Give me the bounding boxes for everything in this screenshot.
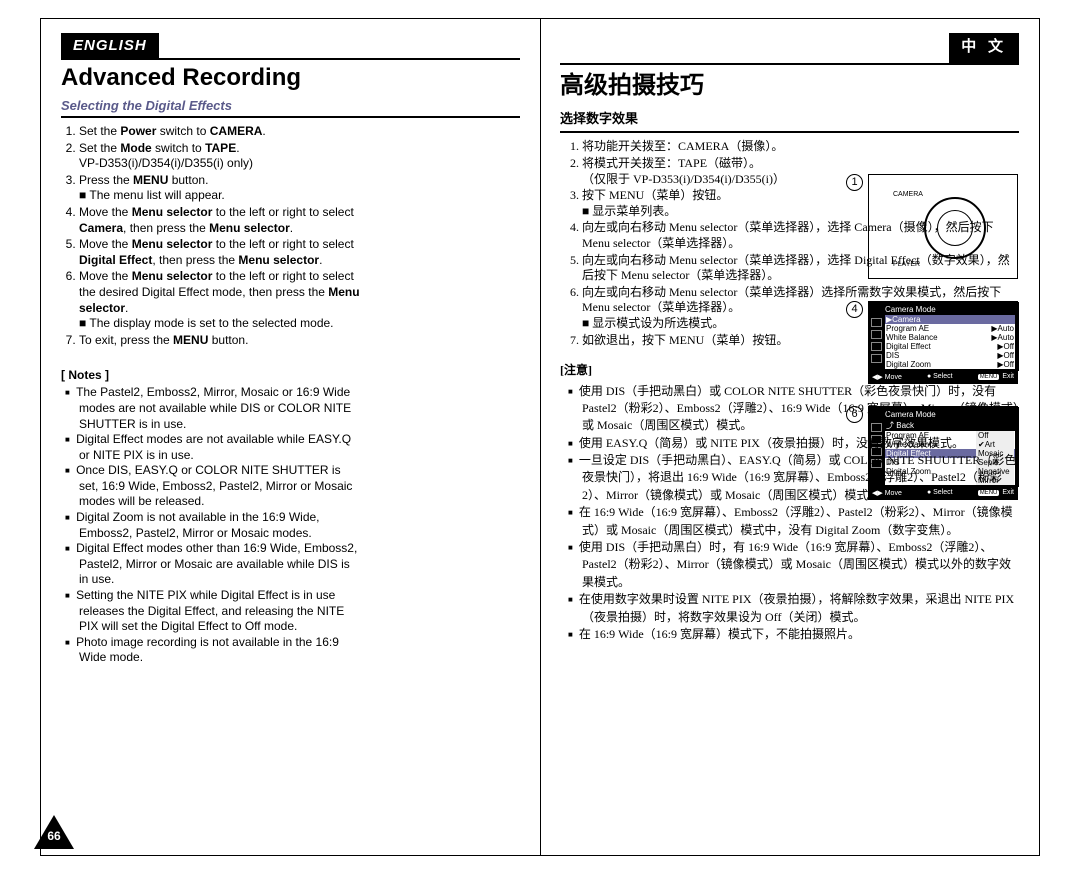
lang-tab-english: ENGLISH [61,33,159,58]
list-item: 将功能开关拨至：CAMERA（摄像）。 [582,139,1019,155]
list-item: 使用 DIS（手把动黑白）或 COLOR NITE SHUTTER（彩色夜景快门… [582,383,1019,435]
list-item: Set the Mode switch to TAPE.VP-D353(i)/D… [79,141,361,172]
notes-heading-cn: [注意] [560,362,1019,379]
page-title-cn: 高级拍摄技巧 [560,69,1019,104]
right-column: 中 文 高级拍摄技巧 选择数字效果 将功能开关拨至：CAMERA（摄像）。将模式… [540,19,1039,855]
list-item: 在使用数字效果时设置 NITE PIX（夜景拍摄），将解除数字效果，采退出 NI… [582,591,1019,626]
page-number: 66 [44,829,64,843]
page-number-badge: 66 [34,815,74,849]
list-item: Once DIS, EASY.Q or COLOR NITE SHUTTER i… [79,463,361,510]
list-item: 向左或向右移动 Menu selector（菜单选择器），选择 Digital … [582,253,1019,284]
list-item: 向左或向右移动 Menu selector（菜单选择器），选择 Camera（摄… [582,220,1019,251]
list-item: 向左或向右移动 Menu selector（菜单选择器）选择所需数字效果模式，然… [582,285,1019,332]
steps-list-en: Set the Power switch to CAMERA.Set the M… [61,124,361,348]
rule [560,63,1019,65]
list-item: 在 16:9 Wide（16:9 宽屏幕）、Emboss2（浮雕2）、Paste… [582,504,1019,539]
list-item: Digital Zoom is not available in the 16:… [79,510,361,541]
manual-page: ENGLISH Advanced Recording Selecting the… [40,18,1040,856]
list-item: Set the Power switch to CAMERA. [79,124,361,140]
list-item: 使用 DIS（手把动黑白）时，有 16:9 Wide（16:9 宽屏幕）、Emb… [582,539,1019,591]
list-item: To exit, press the MENU button. [79,333,361,349]
list-item: Move the Menu selector to the left or ri… [79,269,361,331]
list-item: 按下 MENU（菜单）按钮。■ 显示菜单列表。 [582,188,1019,219]
list-item: 如欲退出，按下 MENU（菜单）按钮。 [582,333,1019,349]
lang-tab-chinese: 中 文 [949,33,1019,63]
list-item: 一旦设定 DIS（手把动黑白）、EASY.Q（简易）或 COLOR NITE S… [582,452,1019,504]
rule [61,58,520,60]
list-item: The Pastel2, Emboss2, Mirror, Mosaic or … [79,385,361,432]
list-item: Move the Menu selector to the left or ri… [79,205,361,236]
list-item: Digital Effect modes other than 16:9 Wid… [79,541,361,588]
list-item: Setting the NITE PIX while Digital Effec… [79,588,361,635]
steps-list-cn: 将功能开关拨至：CAMERA（摄像）。将模式开关拨至：TAPE（磁带）。（仅限于… [560,139,1019,348]
list-item: 使用 EASY.Q（简易）或 NITE PIX（夜景拍摄）时，没有数字效果模式。 [582,435,1019,452]
section-subtitle-en: Selecting the Digital Effects [61,98,520,118]
notes-list-en: The Pastel2, Emboss2, Mirror, Mosaic or … [61,385,361,666]
list-item: Press the MENU button.■ The menu list wi… [79,173,361,204]
section-subtitle-cn: 选择数字效果 [560,110,1019,134]
left-column: ENGLISH Advanced Recording Selecting the… [41,19,540,855]
english-body: Set the Power switch to CAMERA.Set the M… [61,124,361,666]
list-item: Move the Menu selector to the left or ri… [79,237,361,268]
notes-list-cn: 使用 DIS（手把动黑白）或 COLOR NITE SHUTTER（彩色夜景快门… [560,383,1019,644]
list-item: Photo image recording is not available i… [79,635,361,666]
notes-heading-en: [ Notes ] [61,368,361,382]
list-item: 将模式开关拨至：TAPE（磁带）。（仅限于 VP-D353(i)/D354(i)… [582,156,1019,187]
page-title-en: Advanced Recording [61,64,520,92]
list-item: Digital Effect modes are not available w… [79,432,361,463]
list-item: 在 16:9 Wide（16:9 宽屏幕）模式下，不能拍摄照片。 [582,626,1019,643]
